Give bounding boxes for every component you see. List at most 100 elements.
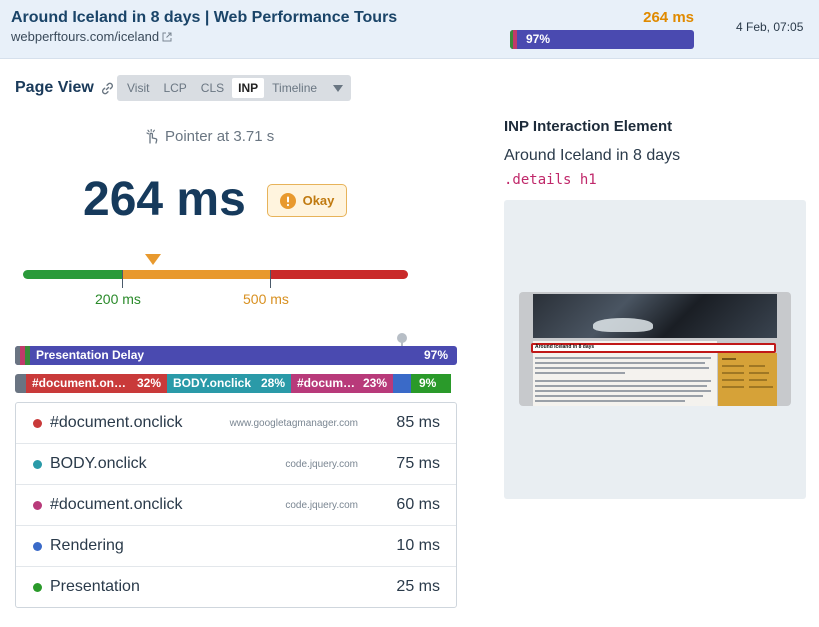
- page-title[interactable]: Around Iceland in 8 days | Web Performan…: [11, 9, 397, 27]
- screenshot-heading: Around Iceland in 8 days: [535, 344, 595, 350]
- screenshot-text-line: [535, 367, 709, 369]
- tab-cls[interactable]: CLS: [195, 78, 230, 98]
- list-item-duration: 75 ms: [396, 455, 440, 472]
- list-item-name: Presentation: [50, 578, 140, 595]
- screenshot-text-line: [535, 385, 707, 387]
- screenshot-sidebar-line: [722, 365, 744, 367]
- color-dot-icon: [33, 419, 42, 428]
- page-header: Around Iceland in 8 days | Web Performan…: [0, 0, 819, 59]
- chevron-down-icon[interactable]: [328, 78, 348, 98]
- breakdown-segment[interactable]: 9%: [411, 374, 451, 393]
- breakdown-segment-percent: 28%: [260, 376, 285, 390]
- list-item-name: BODY.onclick: [50, 455, 147, 472]
- element-selector: .details h1: [504, 172, 597, 188]
- color-dot-icon: [33, 583, 42, 592]
- page-url-text[interactable]: webperftours.com/iceland: [11, 29, 159, 44]
- inp-value: 264 ms: [83, 173, 246, 226]
- pointer-icon: [146, 129, 158, 144]
- breakdown-segment-label: #docum…: [297, 376, 356, 390]
- element-panel-heading: INP Interaction Element: [504, 118, 673, 135]
- threshold-tick-good: [122, 270, 123, 288]
- list-item-duration: 60 ms: [396, 496, 440, 513]
- screenshot-sidebar-line: [749, 372, 769, 374]
- presentation-delay-percent: 97%: [423, 348, 448, 362]
- script-breakdown-bar: #document.on… 32% BODY.onclick 28% #docum… 23…: [15, 374, 457, 393]
- breakdown-segment[interactable]: [15, 374, 26, 393]
- list-item-name: #document.onclick: [50, 496, 183, 513]
- color-dot-icon: [33, 542, 42, 551]
- tab-visit[interactable]: Visit: [121, 78, 155, 98]
- list-item-source: www.googletagmanager.com: [229, 418, 358, 429]
- header-bar-segment-pink: [513, 30, 517, 49]
- warning-icon: [279, 192, 296, 209]
- external-link-icon[interactable]: [162, 32, 172, 42]
- breakdown-segment[interactable]: #document.on… 32%: [26, 374, 167, 393]
- page-screenshot: Around Iceland in 8 days: [519, 292, 791, 406]
- view-tabs: Visit LCP CLS INP Timeline: [117, 75, 352, 101]
- screenshot-text-line: [535, 390, 711, 392]
- list-item-name: Rendering: [50, 537, 124, 554]
- presentation-delay-bar[interactable]: Presentation Delay 97%: [15, 346, 457, 365]
- threshold-poor-label: 500 ms: [243, 291, 289, 307]
- link-icon[interactable]: [100, 81, 115, 96]
- page-view-title: Page View: [15, 79, 115, 97]
- page-url[interactable]: webperftours.com/iceland: [11, 29, 172, 44]
- list-item-duration: 10 ms: [396, 537, 440, 554]
- scale-good: [23, 270, 122, 279]
- breakdown-segment[interactable]: BODY.onclick 28%: [167, 374, 291, 393]
- color-dot-icon: [33, 501, 42, 510]
- screenshot-sidebar-line: [722, 379, 744, 381]
- breakdown-segment-percent: 23%: [362, 376, 387, 390]
- list-item-name: #document.onclick: [50, 414, 183, 431]
- list-item[interactable]: #document.onclick code.jquery.com 60 ms: [16, 485, 456, 526]
- screenshot-text-line: [535, 357, 711, 359]
- scale-poor: [270, 270, 408, 279]
- header-breakdown-bar: 97%: [510, 30, 694, 49]
- screenshot-text-line: [535, 380, 711, 382]
- screenshot-sidebar-line: [722, 386, 744, 388]
- page-view-title-text: Page View: [15, 79, 94, 96]
- pd-segment-green: [25, 346, 30, 365]
- rating-label: Okay: [302, 193, 335, 208]
- screenshot-text-line: [535, 395, 703, 397]
- breakdown-segment[interactable]: [393, 374, 411, 393]
- tab-timeline[interactable]: Timeline: [266, 78, 323, 98]
- breakdown-segment[interactable]: #docum… 23%: [291, 374, 393, 393]
- interaction-text: Pointer at 3.71 s: [165, 128, 275, 145]
- screenshot-wave: [593, 318, 653, 332]
- tab-inp[interactable]: INP: [232, 78, 265, 98]
- scale-needs-improvement: [122, 270, 270, 279]
- color-dot-icon: [33, 460, 42, 469]
- interaction-type: Pointer at 3.71 s: [145, 128, 274, 145]
- script-list: #document.onclick www.googletagmanager.co…: [15, 402, 457, 608]
- breakdown-segment-label: #document.on…: [32, 376, 127, 390]
- threshold-good-label: 200 ms: [95, 291, 141, 307]
- screenshot-text-line: [535, 372, 625, 374]
- header-bar-percent: 97%: [526, 32, 551, 46]
- screenshot-text-line: [535, 400, 685, 402]
- screenshot-hero-image: [533, 294, 777, 338]
- screenshot-sidebar-line: [722, 358, 736, 360]
- header-date: 4 Feb, 07:05: [736, 20, 804, 34]
- element-text: Around Iceland in 8 days: [504, 147, 681, 164]
- list-item[interactable]: BODY.onclick code.jquery.com 75 ms: [16, 444, 456, 485]
- inp-scale: [23, 270, 408, 279]
- list-item[interactable]: Presentation 25 ms: [16, 567, 456, 608]
- header-inp-value: 264 ms: [643, 9, 694, 26]
- screenshot-sidebar-line: [722, 372, 744, 374]
- list-item-duration: 85 ms: [396, 414, 440, 431]
- list-item[interactable]: #document.onclick www.googletagmanager.co…: [16, 403, 456, 444]
- breakdown-segment-label: BODY.onclick: [173, 376, 252, 390]
- screenshot-sidebar-line: [749, 386, 773, 388]
- list-item[interactable]: Rendering 10 ms: [16, 526, 456, 567]
- value-marker: [145, 254, 161, 265]
- screenshot-sidebar-line: [749, 379, 767, 381]
- element-preview: Around Iceland in 8 days: [504, 200, 806, 499]
- presentation-delay-label: Presentation Delay: [36, 348, 145, 362]
- screenshot-text-line: [535, 362, 705, 364]
- tab-lcp[interactable]: LCP: [157, 78, 192, 98]
- threshold-tick-poor: [270, 270, 271, 288]
- rating-badge: Okay: [267, 184, 347, 217]
- list-item-source: code.jquery.com: [285, 459, 358, 470]
- list-item-duration: 25 ms: [396, 578, 440, 595]
